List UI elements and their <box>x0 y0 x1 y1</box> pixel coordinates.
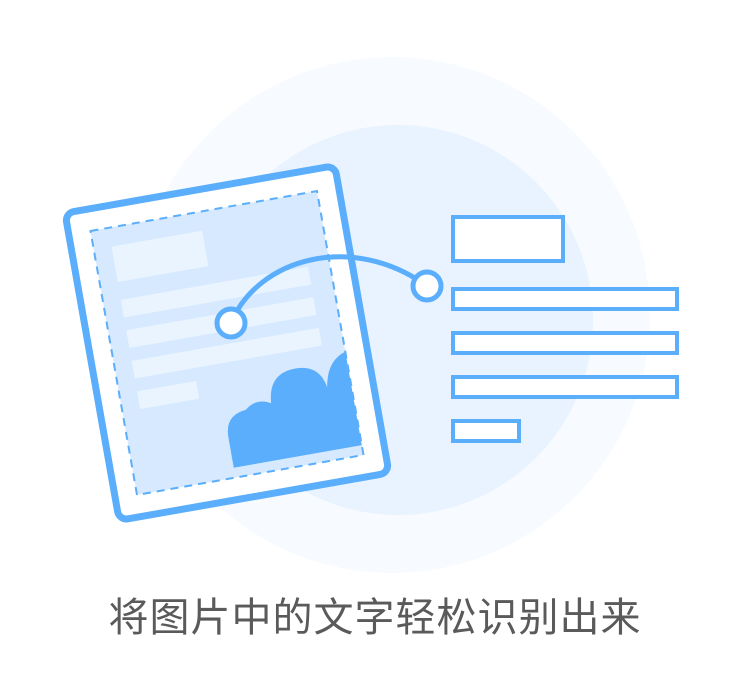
recognized-line <box>451 287 679 311</box>
ocr-illustration <box>62 57 679 573</box>
recognized-line <box>451 375 679 399</box>
recognized-line <box>451 331 679 355</box>
connector-node-start <box>214 306 248 340</box>
recognized-line-short <box>451 419 521 443</box>
caption-text: 将图片中的文字轻松识别出来 <box>108 595 642 641</box>
document-scan-illustration <box>62 163 392 523</box>
connector-node-end <box>410 269 444 303</box>
recognized-title-box <box>451 215 565 263</box>
